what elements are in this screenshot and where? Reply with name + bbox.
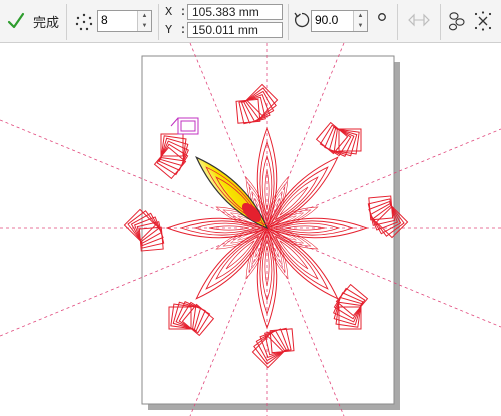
reset-center-icon[interactable] <box>472 10 494 32</box>
radial-copies-icon <box>75 13 93 31</box>
copies-count-input[interactable] <box>98 11 138 29</box>
rotate-icon <box>294 12 310 28</box>
step-down-button[interactable]: ▼ <box>138 21 151 31</box>
done-label: 完成 <box>33 15 60 31</box>
drawing-canvas[interactable] <box>0 43 501 416</box>
rotation-angle-input[interactable] <box>312 11 354 29</box>
step-up-button[interactable]: ▲ <box>138 11 151 21</box>
checkmark-icon <box>7 12 25 29</box>
copies-count-stepper[interactable]: ▲ ▼ <box>97 10 152 32</box>
done-button[interactable]: 完成 <box>2 6 64 36</box>
angle-up-button[interactable]: ▲ <box>354 11 367 21</box>
mirror-icon[interactable] <box>407 13 431 27</box>
degree-icon <box>378 13 386 21</box>
y-label: Y : <box>165 23 187 37</box>
x-position-field[interactable]: 105.383 mm <box>187 4 283 20</box>
drawing-artwork <box>0 43 501 416</box>
x-label: X : <box>165 5 187 19</box>
y-position-field[interactable]: 150.011 mm <box>187 22 283 38</box>
angle-down-button[interactable]: ▼ <box>354 21 367 31</box>
symmetry-toolbar: 完成 ▲ ▼ X : 105.383 mm Y : 150.011 mm ▲ ▼ <box>0 0 501 43</box>
link-objects-icon[interactable] <box>447 10 467 32</box>
rotation-angle-stepper[interactable]: ▲ ▼ <box>311 10 368 32</box>
